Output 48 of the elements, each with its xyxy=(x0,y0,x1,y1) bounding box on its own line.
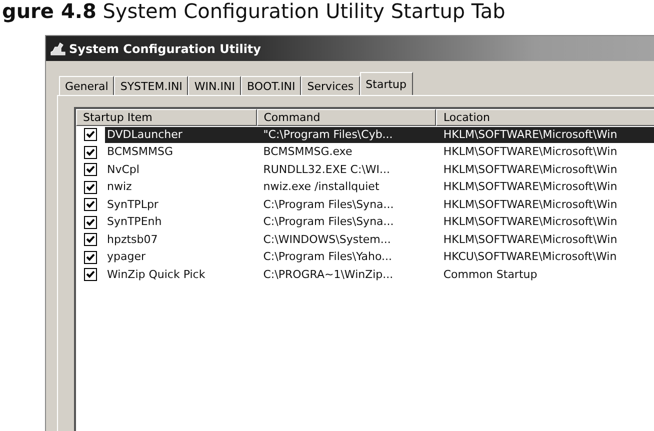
table-cell: HKLM\SOFTWARE\Microsoft\Win xyxy=(437,126,654,143)
figure-caption: gure 4.8 System Configuration Utility Startup Tab xyxy=(1,0,506,22)
table-cell-text: Common Startup xyxy=(442,266,538,283)
table-cell-text: HKLM\SOFTWARE\Microsoft\Win xyxy=(442,179,618,196)
tab[interactable]: WIN.INI xyxy=(188,76,241,95)
tab[interactable]: BOOT.INI xyxy=(240,76,302,95)
table-cell-text: C:\WINDOWS\System... xyxy=(262,232,392,248)
app-icon xyxy=(50,42,66,56)
table-cell-text: C:\Program Files\Syna... xyxy=(262,214,395,230)
tab[interactable]: Services xyxy=(301,76,360,95)
tab[interactable]: General xyxy=(59,76,114,95)
table-cell-text: HKLM\SOFTWARE\Microsoft\Win xyxy=(442,214,618,230)
column-header[interactable]: Command xyxy=(256,109,436,126)
table-cell[interactable]: WinZip Quick Pick xyxy=(105,266,258,283)
table-cell[interactable]: BCMSMMSG xyxy=(105,144,258,160)
checkbox[interactable] xyxy=(84,233,97,246)
checkbox[interactable] xyxy=(84,216,97,229)
table-cell[interactable]: NvCpl xyxy=(105,162,258,178)
tab[interactable]: Startup xyxy=(360,72,412,95)
table-cell-text: HKCU\SOFTWARE\Microsoft\Win xyxy=(442,249,618,266)
checkbox[interactable] xyxy=(84,180,97,194)
column-header[interactable]: Location xyxy=(436,109,654,126)
checkbox[interactable] xyxy=(84,163,97,176)
table-cell[interactable]: SynTPLpr xyxy=(105,196,258,213)
table-cell[interactable]: nwiz xyxy=(105,179,258,196)
table-cell-text: C:\Program Files\Yaho... xyxy=(262,249,394,266)
table-cell-text: HKLM\SOFTWARE\Microsoft\Win xyxy=(442,144,618,160)
table-cell[interactable]: SynTPEnh xyxy=(105,214,258,230)
checkbox[interactable] xyxy=(84,146,97,159)
checkbox[interactable] xyxy=(84,268,97,282)
table-cell-text: HKLM\SOFTWARE\Microsoft\Win xyxy=(442,232,618,248)
table-cell-text: RUNDLL32.EXE C:\WI... xyxy=(262,162,392,178)
table-cell-text: C:\PROGRA~1\WinZip... xyxy=(262,266,394,283)
table-cell-text: BCMSMMSG.exe xyxy=(262,144,354,160)
table-cell-text: C:\Program Files\Syna... xyxy=(262,196,395,213)
table-cell-text: HKLM\SOFTWARE\Microsoft\Win xyxy=(442,196,618,213)
table-cell[interactable]: DVDLauncher xyxy=(105,126,258,143)
table-cell-text: nwiz.exe /installquiet xyxy=(262,179,380,196)
checkbox[interactable] xyxy=(84,128,97,142)
checkbox[interactable] xyxy=(84,250,97,264)
table-cell[interactable]: hpztsb07 xyxy=(105,232,258,248)
window-title: System Configuration Utility xyxy=(69,42,261,56)
column-header[interactable]: Startup Item xyxy=(76,109,257,126)
table-cell[interactable]: ypager xyxy=(105,249,258,266)
table-cell-text: HKLM\SOFTWARE\Microsoft\Win xyxy=(442,162,618,178)
table-cell: "C:\Program Files\Cyb... xyxy=(258,126,438,143)
tab[interactable]: SYSTEM.INI xyxy=(114,76,188,95)
checkbox[interactable] xyxy=(84,198,97,212)
